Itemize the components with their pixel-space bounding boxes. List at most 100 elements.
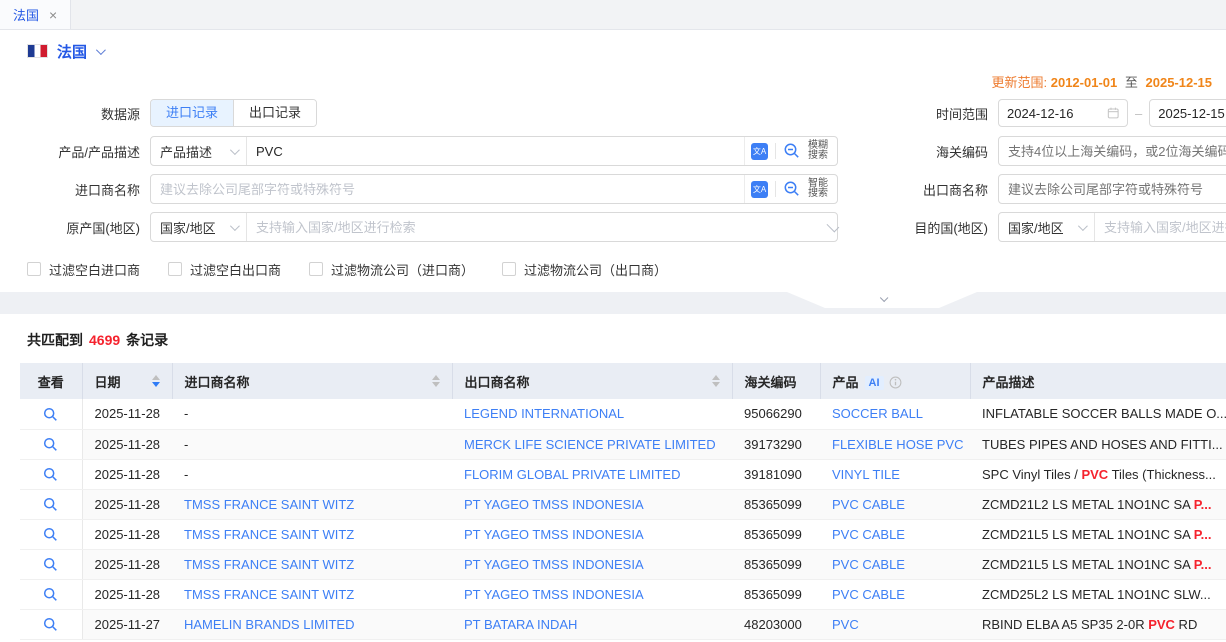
- table-row: 2025-11-28-MERCK LIFE SCIENCE PRIVATE LI…: [20, 429, 1226, 459]
- importer-link[interactable]: TMSS FRANCE SAINT WITZ: [184, 497, 354, 512]
- product-link[interactable]: PVC CABLE: [832, 587, 905, 602]
- chevron-down-icon: [230, 221, 240, 231]
- view-record-button[interactable]: [43, 407, 58, 422]
- hs-code-input[interactable]: [999, 144, 1226, 159]
- result-count-number: 4699: [89, 332, 120, 348]
- filter-panel: 更新范围: 2012-01-01 至 2025-12-15 数据源 进口记录 出…: [0, 72, 1226, 278]
- export-records-tab[interactable]: 出口记录: [233, 100, 316, 126]
- view-record-button[interactable]: [43, 497, 58, 512]
- importer-link[interactable]: TMSS FRANCE SAINT WITZ: [184, 557, 354, 572]
- tab-france[interactable]: 法国 ×: [0, 0, 71, 29]
- hs-code: 39181090: [732, 459, 820, 489]
- product-type-select[interactable]: 产品描述: [151, 137, 247, 165]
- table-row: 2025-11-28 TMSS FRANCE SAINT WITZ PT YAGEO…: [20, 549, 1226, 579]
- smart-search-label[interactable]: 智能搜索: [808, 179, 829, 199]
- record-date: 2025-11-28: [82, 429, 172, 459]
- exporter-label: 出口商名称: [838, 180, 988, 199]
- product-link[interactable]: PVC CABLE: [832, 497, 905, 512]
- destination-country-input[interactable]: [1095, 220, 1226, 235]
- record-date: 2025-11-28: [82, 489, 172, 519]
- product-search-input[interactable]: [247, 144, 744, 159]
- divider: [775, 143, 776, 159]
- exporter-link[interactable]: LEGEND INTERNATIONAL: [464, 406, 624, 421]
- view-record-button[interactable]: [43, 437, 58, 452]
- col-header-description: 产品描述: [970, 363, 1226, 399]
- col-header-importer[interactable]: 进口商名称: [172, 363, 452, 399]
- importer-name-input[interactable]: [151, 182, 744, 197]
- date-from-picker[interactable]: [998, 99, 1128, 127]
- exporter-link[interactable]: PT YAGEO TMSS INDONESIA: [464, 527, 644, 542]
- view-record-button[interactable]: [43, 527, 58, 542]
- filter-blank-importer-checkbox[interactable]: 过滤空白进口商: [27, 260, 140, 279]
- col-header-exporter[interactable]: 出口商名称: [452, 363, 732, 399]
- filter-row-datasource: 数据源 进口记录 出口记录 时间范围 –: [0, 98, 1226, 128]
- filter-blank-exporter-checkbox[interactable]: 过滤空白出口商: [168, 260, 281, 279]
- checkbox-icon: [502, 262, 516, 276]
- info-icon[interactable]: [889, 376, 902, 389]
- translate-icon[interactable]: 文A: [751, 143, 768, 160]
- product-link[interactable]: SOCCER BALL: [832, 406, 923, 421]
- tab-france-label: 法国: [13, 5, 39, 24]
- hs-code: 85365099: [732, 489, 820, 519]
- filter-logistics-exporter-checkbox[interactable]: 过滤物流公司（出口商）: [502, 260, 667, 279]
- date-from-input[interactable]: [1007, 106, 1107, 121]
- product-link[interactable]: PVC CABLE: [832, 527, 905, 542]
- record-date: 2025-11-28: [82, 549, 172, 579]
- origin-country-type-select[interactable]: 国家/地区: [151, 213, 247, 241]
- translate-icon[interactable]: 文A: [751, 181, 768, 198]
- view-record-button[interactable]: [43, 557, 58, 572]
- importer-link[interactable]: HAMELIN BRANDS LIMITED: [184, 617, 354, 632]
- update-range-to-label: 至: [1125, 75, 1138, 90]
- hs-code: 85365099: [732, 519, 820, 549]
- product-description: TUBES PIPES AND HOSES AND FITTI...: [970, 429, 1226, 459]
- exporter-link[interactable]: PT BATARA INDAH: [464, 617, 577, 632]
- filter-row-importer: 进口商名称 文A 智能搜索 出口商名称: [0, 174, 1226, 204]
- sort-icon-importer[interactable]: [432, 375, 440, 387]
- exporter-name-input[interactable]: [999, 182, 1226, 197]
- divider: [775, 181, 776, 197]
- filter-logistics-importer-checkbox[interactable]: 过滤物流公司（进口商）: [309, 260, 474, 279]
- exporter-link[interactable]: PT YAGEO TMSS INDONESIA: [464, 587, 644, 602]
- sort-icon-date[interactable]: [152, 375, 160, 387]
- origin-country-input[interactable]: [247, 220, 826, 235]
- country-selector[interactable]: 法国: [0, 30, 1226, 72]
- chevron-down-icon: [230, 145, 240, 155]
- hs-code-label: 海关编码: [838, 142, 988, 161]
- importer-link[interactable]: TMSS FRANCE SAINT WITZ: [184, 587, 354, 602]
- date-to-picker[interactable]: [1149, 99, 1226, 127]
- exporter-link[interactable]: PT YAGEO TMSS INDONESIA: [464, 497, 644, 512]
- collapse-panel-button[interactable]: [787, 292, 977, 308]
- table-row: 2025-11-28 TMSS FRANCE SAINT WITZ PT YAGEO…: [20, 489, 1226, 519]
- importer-name-empty: -: [172, 459, 452, 489]
- fuzzy-search-icon[interactable]: [783, 142, 801, 160]
- view-record-button[interactable]: [43, 467, 58, 482]
- hs-code-field: [998, 136, 1226, 166]
- importer-link[interactable]: TMSS FRANCE SAINT WITZ: [184, 527, 354, 542]
- importer-label: 进口商名称: [0, 180, 140, 199]
- exporter-link[interactable]: MERCK LIFE SCIENCE PRIVATE LIMITED: [464, 437, 716, 452]
- import-records-tab[interactable]: 进口记录: [151, 100, 233, 126]
- view-record-button[interactable]: [43, 587, 58, 602]
- filter-row-product: 产品/产品描述 产品描述 文A: [0, 136, 1226, 166]
- col-header-date[interactable]: 日期: [82, 363, 172, 399]
- ai-badge: AI: [865, 376, 884, 390]
- close-icon[interactable]: ×: [49, 8, 57, 22]
- fuzzy-search-label[interactable]: 模糊搜索: [808, 141, 829, 161]
- calendar-icon: [1107, 106, 1119, 120]
- product-description: ZCMD21L2 LS METAL 1NO1NC SA P...: [970, 489, 1226, 519]
- chevron-down-icon: [880, 294, 888, 302]
- view-record-button[interactable]: [43, 617, 58, 632]
- destination-country-type-select[interactable]: 国家/地区: [999, 213, 1095, 241]
- sort-icon-exporter[interactable]: [712, 375, 720, 387]
- exporter-link[interactable]: FLORIM GLOBAL PRIVATE LIMITED: [464, 467, 680, 482]
- date-to-input[interactable]: [1158, 106, 1226, 121]
- datasource-segmented-control: 进口记录 出口记录: [150, 99, 317, 127]
- product-link[interactable]: FLEXIBLE HOSE PVC: [832, 437, 964, 452]
- hs-code: 85365099: [732, 549, 820, 579]
- product-link[interactable]: PVC CABLE: [832, 557, 905, 572]
- exporter-link[interactable]: PT YAGEO TMSS INDONESIA: [464, 557, 644, 572]
- smart-search-icon[interactable]: [783, 180, 801, 198]
- product-link[interactable]: PVC: [832, 617, 859, 632]
- checkbox-icon: [168, 262, 182, 276]
- product-link[interactable]: VINYL TILE: [832, 467, 900, 482]
